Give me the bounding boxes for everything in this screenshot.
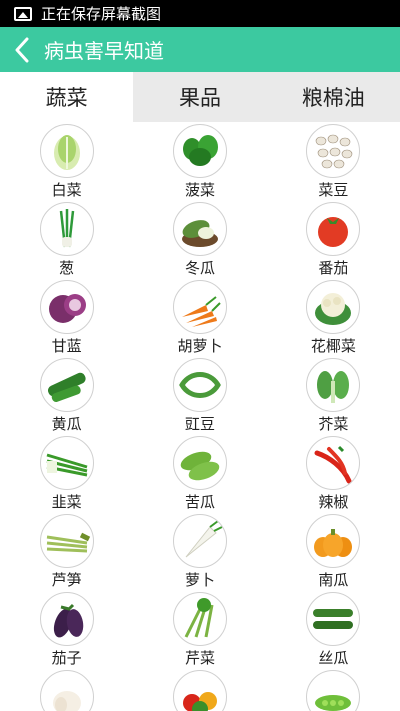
vegetable-item[interactable]: 冬瓜 (133, 200, 266, 278)
vegetable-item[interactable]: 黄瓜 (0, 356, 133, 434)
grid-row: 甘蓝 胡萝卜 花椰菜 (0, 278, 400, 356)
status-bar: 正在保存屏幕截图 (0, 0, 400, 27)
app-bar: 病虫害早知道 (0, 27, 400, 72)
vegetable-label: 番茄 (318, 259, 349, 277)
category-tabs: 蔬菜 果品 粮棉油 (0, 72, 400, 122)
grid-row: 茄子 芹菜 丝瓜 (0, 590, 400, 668)
vegetable-item[interactable]: 苦瓜 (133, 434, 266, 512)
page-title: 病虫害早知道 (44, 39, 164, 63)
vegetable-item[interactable]: 胡萝卜 (133, 278, 266, 356)
beans-icon (306, 124, 361, 178)
vegetable-item[interactable]: 菠菜 (133, 122, 266, 200)
vegetable-item[interactable]: 菜豆 (267, 122, 400, 200)
chili-icon (306, 436, 361, 490)
vegetable-label: 茄子 (51, 649, 82, 667)
vegetable-label: 白菜 (51, 181, 82, 199)
bell-pepper-icon (172, 670, 227, 711)
garlic-icon (39, 670, 94, 711)
vegetable-item[interactable]: 白菜 (0, 122, 133, 200)
eggplant-icon (39, 592, 94, 646)
grid-row: 芦笋 萝卜 南瓜 (0, 512, 400, 590)
vegetable-item[interactable]: 番茄 (267, 200, 400, 278)
back-button[interactable] (4, 27, 40, 72)
vegetable-item[interactable]: 芥菜 (267, 356, 400, 434)
red-cabbage-icon (39, 280, 94, 334)
vegetable-item[interactable]: 花椰菜 (267, 278, 400, 356)
vegetable-item[interactable] (267, 668, 400, 711)
vegetable-label: 辣椒 (318, 493, 349, 511)
vegetable-label: 豇豆 (184, 415, 215, 433)
carrot-icon (172, 280, 227, 334)
tomato-icon (306, 202, 361, 256)
screenshot-icon (14, 6, 32, 21)
vegetable-item[interactable] (0, 668, 133, 711)
grid-row: 白菜 菠菜 菜豆 (0, 122, 400, 200)
vegetable-grid: 白菜 菠菜 菜豆葱 冬瓜 番茄甘蓝 胡萝卜 花椰菜黄瓜 豇豆 芥菜韭菜 苦瓜 辣椒芦笋 萝卜 南瓜茄子 芹… (0, 122, 400, 711)
vegetable-label: 芦笋 (51, 571, 82, 589)
bitter-melon-icon (172, 436, 227, 490)
cauliflower-icon (306, 280, 361, 334)
grid-row: 葱 冬瓜 番茄 (0, 200, 400, 278)
vegetable-label: 南瓜 (318, 571, 349, 589)
chives-icon (39, 436, 94, 490)
vegetable-label: 苦瓜 (184, 493, 215, 511)
status-text: 正在保存屏幕截图 (41, 5, 162, 23)
vegetable-label: 冬瓜 (184, 259, 215, 277)
vegetable-item[interactable]: 芦笋 (0, 512, 133, 590)
vegetable-label: 芥菜 (318, 415, 349, 433)
vegetable-item[interactable] (133, 668, 266, 711)
loofah-icon (306, 592, 361, 646)
tab-vegetables[interactable]: 蔬菜 (0, 72, 134, 122)
vegetable-label: 葱 (59, 259, 75, 277)
vegetable-item[interactable]: 萝卜 (133, 512, 266, 590)
grid-row: 韭菜 苦瓜 辣椒 (0, 434, 400, 512)
vegetable-label: 萝卜 (184, 571, 215, 589)
chevron-left-icon (15, 37, 29, 62)
tab-grain-cotton-oil[interactable]: 粮棉油 (267, 72, 400, 122)
vegetable-label: 菠菜 (184, 181, 215, 199)
vegetable-label: 菜豆 (318, 181, 349, 199)
grid-row (0, 668, 400, 711)
vegetable-item[interactable]: 甘蓝 (0, 278, 133, 356)
cowpea-icon (172, 358, 227, 412)
radish-icon (172, 514, 227, 568)
vegetable-item[interactable]: 葱 (0, 200, 133, 278)
grid-row: 黄瓜 豇豆 芥菜 (0, 356, 400, 434)
vegetable-label: 花椰菜 (310, 337, 356, 355)
scallion-icon (39, 202, 94, 256)
vegetable-label: 甘蓝 (51, 337, 82, 355)
cabbage-icon (39, 124, 94, 178)
asparagus-icon (39, 514, 94, 568)
vegetable-item[interactable]: 豇豆 (133, 356, 266, 434)
cucumber-icon (39, 358, 94, 412)
vegetable-label: 芹菜 (184, 649, 215, 667)
pea-icon (306, 670, 361, 711)
celery-icon (172, 592, 227, 646)
vegetable-item[interactable]: 韭菜 (0, 434, 133, 512)
vegetable-label: 胡萝卜 (177, 337, 223, 355)
vegetable-label: 丝瓜 (318, 649, 349, 667)
vegetable-item[interactable]: 茄子 (0, 590, 133, 668)
vegetable-item[interactable]: 辣椒 (267, 434, 400, 512)
vegetable-label: 黄瓜 (51, 415, 82, 433)
vegetable-label: 韭菜 (51, 493, 82, 511)
spinach-icon (172, 124, 227, 178)
vegetable-item[interactable]: 芹菜 (133, 590, 266, 668)
wax-gourd-icon (172, 202, 227, 256)
tab-fruits[interactable]: 果品 (133, 72, 266, 122)
vegetable-item[interactable]: 丝瓜 (267, 590, 400, 668)
pumpkin-icon (306, 514, 361, 568)
vegetable-item[interactable]: 南瓜 (267, 512, 400, 590)
mustard-greens-icon (306, 358, 361, 412)
